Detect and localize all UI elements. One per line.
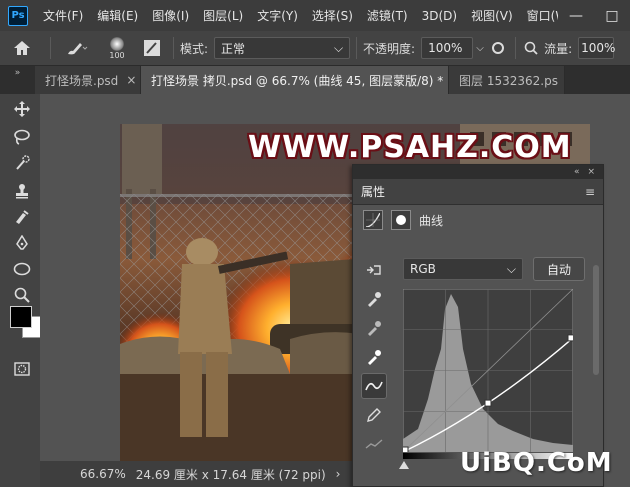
tab-label: 打怪场景 拷贝.psd @ 66.7% (曲线 45, 图层蒙版/8) * <box>151 73 444 88</box>
divider <box>50 37 51 59</box>
brush-size-value: 100 <box>109 50 125 60</box>
menu-layer[interactable]: 图层(L) <box>196 7 250 24</box>
restore-button[interactable]: □ <box>594 8 630 24</box>
pencil-draw-icon[interactable] <box>361 402 387 428</box>
menu-bar: Ps 文件(F) 编辑(E) 图像(I) 图层(L) 文字(Y) 选择(S) 滤… <box>0 0 630 31</box>
chevron-down-icon[interactable]: ⌵ <box>473 43 487 54</box>
brush-tip-icon <box>110 36 124 51</box>
white-point-eyedropper-icon[interactable] <box>361 344 387 370</box>
watermark-logo: UiBQ.CoM <box>460 448 613 478</box>
tab-label: 图层 1532362.ps <box>459 73 558 88</box>
zoom-level[interactable]: 66.67% <box>80 467 126 481</box>
divider <box>515 37 517 59</box>
flow-field[interactable]: 100% <box>578 37 616 59</box>
mode-select[interactable]: 正常 ⌵ <box>214 37 351 59</box>
photoshop-logo[interactable]: Ps <box>8 5 28 26</box>
curve-control-point[interactable] <box>567 334 573 342</box>
collapse-toolbar-icon[interactable]: » <box>0 66 35 94</box>
document-dimensions: 24.69 厘米 x 17.64 厘米 (72 ppi) <box>135 467 326 482</box>
lasso-tool-icon[interactable] <box>8 124 36 150</box>
menu-type[interactable]: 文字(Y) <box>250 7 305 24</box>
auto-button[interactable]: 自动 <box>533 257 585 281</box>
targeted-adjustment-icon[interactable] <box>361 257 387 283</box>
brush-preset-picker[interactable] <box>57 40 97 56</box>
foreground-color-swatch[interactable] <box>8 306 44 338</box>
chevron-down-icon: ⌵ <box>333 40 344 55</box>
panel-menu-icon[interactable]: ≡ <box>585 185 595 199</box>
pressure-opacity-icon[interactable] <box>487 41 509 55</box>
adjustment-header: 曲线 <box>353 205 603 235</box>
window-controls: — □ <box>558 0 630 31</box>
opacity-label: 不透明度: <box>363 41 416 56</box>
history-brush-tool-icon[interactable] <box>8 204 36 230</box>
close-icon[interactable]: × <box>587 167 595 177</box>
mode-label: 模式: <box>180 41 209 56</box>
pen-tool-icon[interactable] <box>8 230 36 256</box>
canvas-title-text: WWW.PSAHZ.COM <box>248 130 572 165</box>
tab-document-2[interactable]: 打怪场景 拷贝.psd @ 66.7% (曲线 45, 图层蒙版/8) * × <box>141 66 461 94</box>
curve-control-point[interactable] <box>484 399 492 407</box>
chevron-down-icon: ⌵ <box>506 261 516 276</box>
divider <box>356 37 358 59</box>
stamp-tool-icon[interactable] <box>8 178 36 204</box>
quick-mask-icon[interactable] <box>8 356 36 382</box>
opacity-value: 100% <box>428 41 463 55</box>
ellipse-tool-icon[interactable] <box>8 256 36 282</box>
tab-document-3[interactable]: 图层 1532362.ps × <box>449 66 565 94</box>
edit-points-curve-icon[interactable] <box>361 373 387 399</box>
status-bar: 66.67% 24.69 厘米 x 17.64 厘米 (72 ppi) › <box>40 461 352 487</box>
menu-select[interactable]: 选择(S) <box>305 7 360 24</box>
layer-mask-icon[interactable] <box>391 210 411 230</box>
channel-select[interactable]: RGB ⌵ <box>403 258 523 280</box>
home-icon[interactable] <box>0 40 44 56</box>
search-icon[interactable] <box>522 41 540 55</box>
black-point-eyedropper-icon[interactable] <box>361 286 387 312</box>
curves-graph[interactable] <box>403 289 573 452</box>
panel-scrollbar[interactable] <box>593 265 599 375</box>
brush-size-picker[interactable]: 100 <box>97 36 137 60</box>
flow-label: 流量: <box>544 41 573 56</box>
mode-value: 正常 <box>221 41 246 56</box>
tab-properties[interactable]: 属性 <box>361 183 385 200</box>
close-icon[interactable]: × <box>126 73 136 87</box>
collapse-panel-icon[interactable]: « <box>574 167 580 177</box>
quick-selection-tool-icon[interactable] <box>8 150 36 176</box>
divider <box>173 37 174 59</box>
adjustment-name: 曲线 <box>419 213 444 228</box>
tools-panel <box>0 94 44 487</box>
menu-edit[interactable]: 编辑(E) <box>90 7 145 24</box>
gray-point-eyedropper-icon[interactable] <box>361 315 387 341</box>
menu-view[interactable]: 视图(V) <box>464 7 520 24</box>
properties-panel: « × 属性 ≡ 曲线 RGB ⌵ 自动 <box>352 164 604 487</box>
brush-settings-icon[interactable] <box>137 39 167 57</box>
opacity-field[interactable]: 100% <box>421 37 474 59</box>
curve-tools <box>361 257 387 460</box>
menu-file[interactable]: 文件(F) <box>36 7 90 24</box>
document-tab-bar: » 打怪场景.psd × 打怪场景 拷贝.psd @ 66.7% (曲线 45,… <box>0 66 630 94</box>
curve-control-point[interactable] <box>403 446 409 452</box>
panel-header: « × <box>353 165 603 179</box>
move-tool-icon[interactable] <box>8 96 36 122</box>
channel-value: RGB <box>410 262 436 276</box>
smooth-curve-icon[interactable] <box>361 431 387 457</box>
status-menu-arrow[interactable]: › <box>336 467 341 481</box>
menu-image[interactable]: 图像(I) <box>145 7 196 24</box>
curves-adjustment-icon[interactable] <box>363 210 383 230</box>
zoom-tool-icon[interactable] <box>8 282 36 308</box>
menu-3d[interactable]: 3D(D) <box>415 9 464 23</box>
foreground-color-chip[interactable] <box>10 306 32 328</box>
options-bar: 100 模式: 正常 ⌵ 不透明度: 100% ⌵ 流量: 100% <box>0 31 630 66</box>
flow-value: 100% <box>581 41 616 55</box>
black-input-slider[interactable] <box>399 461 409 469</box>
panel-tab-row: 属性 ≡ <box>353 179 603 205</box>
tab-label: 打怪场景.psd <box>45 73 119 88</box>
minimize-button[interactable]: — <box>558 8 594 24</box>
menu-filter[interactable]: 滤镜(T) <box>360 7 415 24</box>
mask-circle <box>396 215 406 225</box>
tab-document-1[interactable]: 打怪场景.psd × <box>35 66 141 94</box>
